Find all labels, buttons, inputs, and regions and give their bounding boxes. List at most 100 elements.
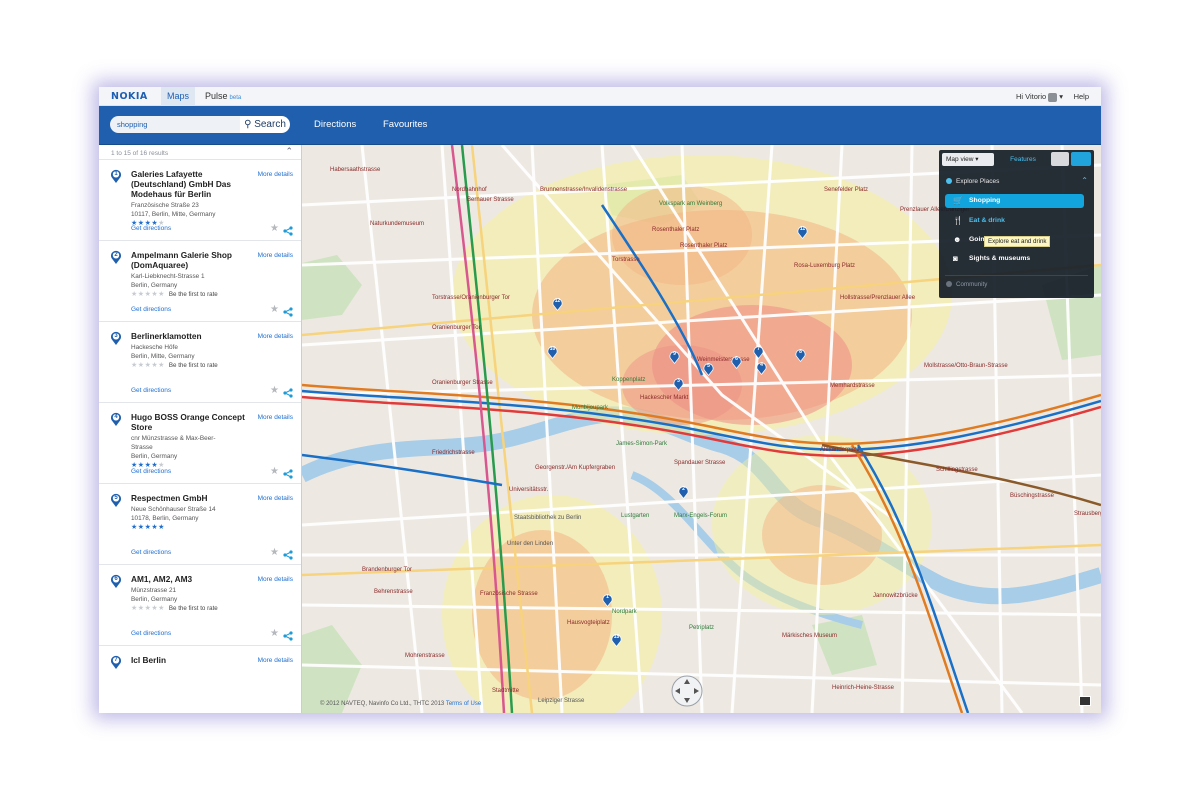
map-pin-icon[interactable]: 4 xyxy=(756,361,767,375)
rating-stars[interactable]: ★★★★★ xyxy=(131,523,169,531)
more-details-link[interactable]: More details xyxy=(258,333,293,340)
cart-icon: 🛒 xyxy=(953,196,963,205)
map-label: Leipziger Strasse xyxy=(538,698,585,704)
favourite-star-icon[interactable]: ★ xyxy=(270,385,279,396)
map-pin-icon[interactable]: 3 xyxy=(673,377,684,391)
map-pin-icon[interactable]: 1 xyxy=(602,593,613,607)
chevron-up-icon[interactable]: ⌃ xyxy=(1081,176,1088,185)
share-icon[interactable] xyxy=(283,547,293,560)
map-pin-icon[interactable]: 15 xyxy=(611,633,622,647)
pin-number: 8 xyxy=(799,349,802,355)
features-tab[interactable]: Features xyxy=(997,153,1049,166)
share-icon[interactable] xyxy=(283,628,293,641)
result-item[interactable]: 3 Berlinerklamotten More details Hackesche … xyxy=(99,322,301,403)
favourite-star-icon[interactable]: ★ xyxy=(270,466,279,477)
map-pin-icon[interactable]: 8 xyxy=(795,348,806,362)
result-item[interactable]: 6 AM1, AM2, AM3 More details Münzstrasse 21… xyxy=(99,565,301,646)
share-icon[interactable] xyxy=(283,304,293,317)
explore-places-header[interactable]: Explore Places xyxy=(946,178,999,185)
divider xyxy=(945,275,1088,276)
more-details-link[interactable]: More details xyxy=(258,576,293,583)
result-address: Münzstrasse 21 xyxy=(131,587,177,594)
category-sights-museums[interactable]: ◙ Sights & museums xyxy=(945,252,1084,266)
map-pin-icon: 4 xyxy=(110,412,122,426)
result-name[interactable]: Icl Berlin xyxy=(131,655,251,665)
map-pin-icon[interactable]: 7 xyxy=(753,345,764,359)
results-sidebar[interactable]: 1 to 15 of 16 results ⌃ 1 Galeries Lafaye… xyxy=(99,145,302,713)
tram-icon[interactable] xyxy=(1051,152,1069,166)
terms-link[interactable]: Terms of Use xyxy=(446,701,481,707)
chevron-up-icon[interactable]: ⌃ xyxy=(285,146,293,157)
more-details-link[interactable]: More details xyxy=(258,171,293,178)
result-address: Neue Schönhauser Straße 14 xyxy=(131,506,216,513)
map-pin-icon[interactable]: 11 xyxy=(797,225,808,239)
explore-places-label: Explore Places xyxy=(956,178,1000,185)
nav-favourites[interactable]: Favourites xyxy=(383,119,427,130)
share-icon[interactable] xyxy=(283,385,293,398)
result-item[interactable]: 1 Galeries Lafayette (Deutschland) GmbH D… xyxy=(99,160,301,241)
minimap-toggle-icon[interactable] xyxy=(1079,696,1091,706)
nokia-logo[interactable]: NOKIA xyxy=(111,91,148,102)
map-label: Bernauer Strasse xyxy=(467,197,514,203)
favourite-star-icon[interactable]: ★ xyxy=(270,223,279,234)
rating-stars[interactable]: ★★★★★ Be the first to rate xyxy=(131,361,218,369)
bus-icon[interactable] xyxy=(1071,152,1091,166)
map-pin-icon[interactable]: 10 xyxy=(547,345,558,359)
tab-pulse[interactable]: Pulse beta xyxy=(205,87,241,106)
map-label: Heinrich-Heine-Strasse xyxy=(832,685,895,691)
more-details-link[interactable]: More details xyxy=(258,252,293,259)
map-view-dropdown[interactable]: Map view ▾ xyxy=(942,153,994,166)
map-pin-icon[interactable]: 12 xyxy=(552,297,563,311)
map-label: Jannowitzbrücke xyxy=(873,593,918,599)
result-item[interactable]: 2 Ampelmann Galerie Shop (DomAquaree) More… xyxy=(99,241,301,322)
result-list: 1 Galeries Lafayette (Deutschland) GmbH D… xyxy=(99,160,301,713)
help-link[interactable]: Help xyxy=(1074,87,1089,106)
map-canvas[interactable]: Habersaathstrasse Nordbahnhof Bernauer Str… xyxy=(302,145,1101,713)
tooltip: Explore eat and drink xyxy=(984,236,1051,247)
category-eat-drink[interactable]: 🍴 Eat & drink xyxy=(945,214,1084,228)
share-icon[interactable] xyxy=(283,223,293,236)
get-directions-link[interactable]: Get directions xyxy=(131,630,171,637)
top-bar: NOKIA Maps Pulse beta Hi Vitorio ▾ Help xyxy=(99,87,1101,106)
copyright-text: © 2012 NAVTEQ, Navinfo Co Ltd., THTC 201… xyxy=(320,701,445,707)
share-icon[interactable] xyxy=(283,466,293,479)
favourite-star-icon[interactable]: ★ xyxy=(270,547,279,558)
result-name[interactable]: Hugo BOSS Orange Concept Store xyxy=(131,412,251,432)
pin-number: 2 xyxy=(114,252,118,258)
result-name[interactable]: Ampelmann Galerie Shop (DomAquaree) xyxy=(131,250,251,270)
get-directions-link[interactable]: Get directions xyxy=(131,306,171,313)
favourite-star-icon[interactable]: ★ xyxy=(270,304,279,315)
result-name[interactable]: Berlinerklamotten xyxy=(131,331,251,341)
tab-maps[interactable]: Maps xyxy=(161,87,195,106)
result-name[interactable]: Galeries Lafayette (Deutschland) GmbH Da… xyxy=(131,169,251,199)
get-directions-link[interactable]: Get directions xyxy=(131,225,171,232)
map-pin-icon: 5 xyxy=(110,493,122,507)
get-directions-link[interactable]: Get directions xyxy=(131,468,171,475)
map-pan-control[interactable] xyxy=(670,674,704,708)
map-pin-icon[interactable]: 6 xyxy=(731,355,742,369)
rating-stars[interactable]: ★★★★★ Be the first to rate xyxy=(131,290,218,298)
map-pin-icon[interactable]: 9 xyxy=(669,350,680,364)
result-name[interactable]: AM1, AM2, AM3 xyxy=(131,574,251,584)
category-shopping[interactable]: 🛒 Shopping xyxy=(945,194,1084,208)
result-item[interactable]: 5 Respectmen GmbH More details Neue Schönha… xyxy=(99,484,301,565)
map-pin-icon[interactable]: 5 xyxy=(703,362,714,376)
result-address: Berlin, Germany xyxy=(131,453,178,460)
more-details-link[interactable]: More details xyxy=(258,657,293,664)
search-button[interactable]: ⚲ Search xyxy=(240,116,290,133)
more-details-link[interactable]: More details xyxy=(258,414,293,421)
category-label: Eat & drink xyxy=(969,217,1005,224)
get-directions-link[interactable]: Get directions xyxy=(131,387,171,394)
search-input[interactable] xyxy=(110,116,240,133)
result-name[interactable]: Respectmen GmbH xyxy=(131,493,251,503)
rating-stars[interactable]: ★★★★★ Be the first to rate xyxy=(131,604,218,612)
community-toggle[interactable]: Community xyxy=(946,281,987,288)
result-item[interactable]: 7 Icl Berlin More details xyxy=(99,646,301,713)
nav-directions[interactable]: Directions xyxy=(314,119,356,130)
result-item[interactable]: 4 Hugo BOSS Orange Concept Store More deta… xyxy=(99,403,301,484)
get-directions-link[interactable]: Get directions xyxy=(131,549,171,556)
more-details-link[interactable]: More details xyxy=(258,495,293,502)
user-menu[interactable]: Hi Vitorio ▾ xyxy=(1016,87,1063,106)
favourite-star-icon[interactable]: ★ xyxy=(270,628,279,639)
map-pin-icon[interactable]: 2 xyxy=(678,485,689,499)
